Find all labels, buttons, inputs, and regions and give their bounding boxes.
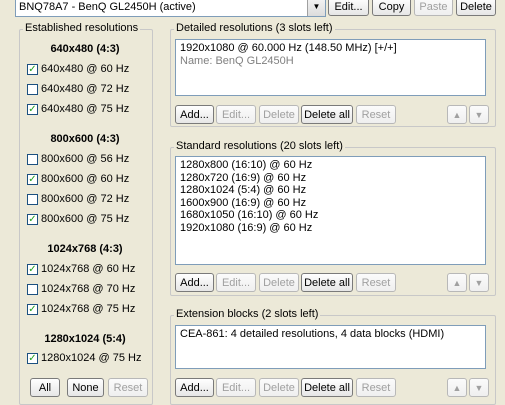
list-item[interactable]: 1920x1080 @ 60.000 Hz (148.50 MHz) [+/+] — [180, 42, 481, 55]
standard-reset-button[interactable]: Reset — [356, 273, 396, 292]
group-heading: 1280x1024 (5:4) — [44, 333, 126, 345]
move-up-icon[interactable]: ▲ — [447, 378, 467, 397]
standard-delete-all-button[interactable]: Delete all — [301, 273, 353, 292]
standard-resolutions-list[interactable]: 1280x800 (16:10) @ 60 Hz 1280x720 (16:9)… — [175, 156, 486, 265]
extension-add-button[interactable]: Add... — [175, 378, 214, 397]
list-item[interactable]: CEA-861: 4 detailed resolutions, 4 data … — [180, 328, 481, 341]
checkbox-1024x768-75[interactable]: ✓ 1024x768 @ 75 Hz — [27, 302, 135, 316]
checkbox-640x480-72[interactable]: 640x480 @ 72 Hz — [27, 82, 129, 96]
checkbox-box[interactable]: ✓ — [27, 263, 38, 275]
checkbox-1024x768-60[interactable]: ✓ 1024x768 @ 60 Hz — [27, 262, 135, 276]
detailed-edit-button[interactable]: Edit... — [216, 105, 256, 124]
standard-delete-button[interactable]: Delete — [259, 273, 299, 292]
move-up-icon[interactable]: ▲ — [447, 273, 467, 292]
group-heading: 800x600 (4:3) — [50, 133, 120, 145]
checkbox-box[interactable]: ✓ — [27, 352, 38, 364]
checkbox-800x600-75[interactable]: ✓ 800x600 @ 75 Hz — [27, 212, 129, 226]
detailed-delete-all-button[interactable]: Delete all — [301, 105, 353, 124]
extension-edit-button[interactable]: Edit... — [216, 378, 256, 397]
monitor-select[interactable]: BNQ78A7 - BenQ GL2450H (active) ▼ — [15, 0, 326, 17]
select-none-button[interactable]: None — [67, 378, 104, 397]
list-item[interactable]: 1280x1024 (5:4) @ 60 Hz — [180, 184, 481, 197]
extension-delete-all-button[interactable]: Delete all — [301, 378, 353, 397]
group-heading: 1024x768 (4:3) — [47, 243, 123, 255]
list-item[interactable]: 1600x900 (16:9) @ 60 Hz — [180, 197, 481, 210]
extension-reset-button[interactable]: Reset — [356, 378, 396, 397]
detailed-resolutions-list[interactable]: 1920x1080 @ 60.000 Hz (148.50 MHz) [+/+]… — [175, 39, 486, 96]
checkbox-box[interactable] — [27, 193, 38, 205]
list-item[interactable]: 1680x1050 (16:10) @ 60 Hz — [180, 209, 481, 222]
extension-blocks-list[interactable]: CEA-861: 4 detailed resolutions, 4 data … — [175, 325, 486, 369]
extension-delete-button[interactable]: Delete — [259, 378, 299, 397]
group-heading: 640x480 (4:3) — [50, 43, 120, 55]
move-up-icon[interactable]: ▲ — [447, 105, 467, 124]
checkbox-640x480-60[interactable]: ✓ 640x480 @ 60 Hz — [27, 62, 129, 76]
checkbox-box[interactable] — [27, 153, 38, 165]
checkbox-1024x768-70[interactable]: 1024x768 @ 70 Hz — [27, 282, 135, 296]
edit-monitor-button[interactable]: Edit... — [328, 0, 369, 16]
standard-edit-button[interactable]: Edit... — [216, 273, 256, 292]
checkbox-800x600-56[interactable]: 800x600 @ 56 Hz — [27, 152, 129, 166]
checkbox-box[interactable]: ✓ — [27, 103, 38, 115]
move-down-icon[interactable]: ▼ — [469, 378, 489, 397]
checkbox-box[interactable]: ✓ — [27, 213, 38, 225]
checkbox-box[interactable]: ✓ — [27, 303, 38, 315]
list-item[interactable]: Name: BenQ GL2450H — [180, 55, 481, 68]
detailed-add-button[interactable]: Add... — [175, 105, 214, 124]
checkbox-640x480-75[interactable]: ✓ 640x480 @ 75 Hz — [27, 102, 129, 116]
move-down-icon[interactable]: ▼ — [469, 105, 489, 124]
standard-add-button[interactable]: Add... — [175, 273, 214, 292]
checkbox-box[interactable]: ✓ — [27, 173, 38, 185]
checkbox-800x600-72[interactable]: 800x600 @ 72 Hz — [27, 192, 129, 206]
standard-title: Standard resolutions (20 slots left) — [174, 140, 345, 153]
chevron-down-icon[interactable]: ▼ — [307, 0, 325, 16]
detailed-reset-button[interactable]: Reset — [356, 105, 396, 124]
checkbox-800x600-60[interactable]: ✓ 800x600 @ 60 Hz — [27, 172, 129, 186]
checkbox-1280x1024-75[interactable]: ✓ 1280x1024 @ 75 Hz — [27, 351, 141, 365]
list-item[interactable]: 1280x720 (16:9) @ 60 Hz — [180, 172, 481, 185]
detailed-delete-button[interactable]: Delete — [259, 105, 299, 124]
paste-button[interactable]: Paste — [414, 0, 453, 16]
detailed-title: Detailed resolutions (3 slots left) — [174, 22, 335, 35]
copy-button[interactable]: Copy — [372, 0, 411, 16]
delete-monitor-button[interactable]: Delete — [456, 0, 496, 16]
checkbox-box[interactable]: ✓ — [27, 63, 38, 75]
checkbox-box[interactable] — [27, 283, 38, 295]
move-down-icon[interactable]: ▼ — [469, 273, 489, 292]
checkbox-box[interactable] — [27, 83, 38, 95]
extension-title: Extension blocks (2 slots left) — [174, 308, 321, 321]
list-item[interactable]: 1920x1080 (16:9) @ 60 Hz — [180, 222, 481, 235]
established-title: Established resolutions — [23, 22, 141, 35]
monitor-select-value: BNQ78A7 - BenQ GL2450H (active) — [19, 1, 196, 13]
established-reset-button[interactable]: Reset — [108, 378, 148, 397]
list-item[interactable]: 1280x800 (16:10) @ 60 Hz — [180, 159, 481, 172]
select-all-button[interactable]: All — [30, 378, 60, 397]
